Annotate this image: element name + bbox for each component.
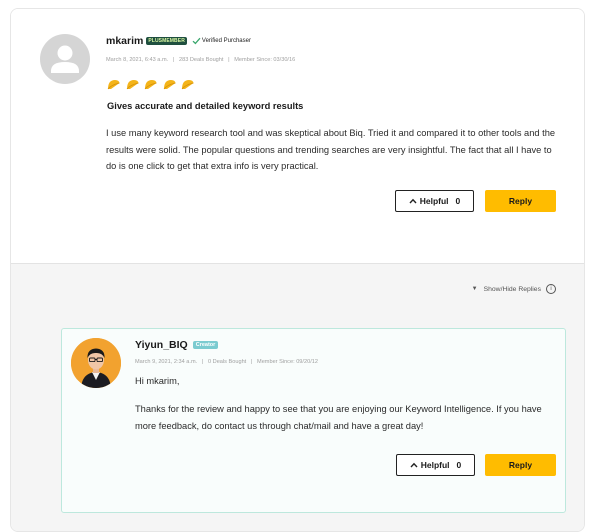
taco-star-icon <box>163 80 176 90</box>
creator-badge: Creator <box>192 341 219 349</box>
review-section: mkarim PLUSMEMBER Verified Purchaser Mar… <box>11 9 584 263</box>
plus-member-badge: PLUSMEMBER <box>146 37 187 45</box>
replier-header: Yiyun_BIQ Creator <box>135 339 219 351</box>
user-avatar-placeholder-icon <box>51 45 79 73</box>
reviewer-header: mkarim PLUSMEMBER Verified Purchaser <box>106 35 251 47</box>
reviewer-username[interactable]: mkarim <box>106 35 143 47</box>
taco-star-icon <box>107 80 120 90</box>
helpful-count: 0 <box>456 460 462 470</box>
deals-bought-count: 0 Deals Bought <box>207 359 247 365</box>
separator: | <box>201 359 204 365</box>
helpful-button[interactable]: Helpful 0 <box>396 454 475 476</box>
reply-greeting: Hi mkarim, <box>135 376 180 386</box>
avatar <box>40 34 90 84</box>
review-date: March 8, 2021, 6:43 a.m. <box>106 57 169 63</box>
replier-username[interactable]: Yiyun_BIQ <box>135 339 188 351</box>
verified-purchaser-badge: Verified Purchaser <box>192 37 251 45</box>
review-card: mkarim PLUSMEMBER Verified Purchaser Mar… <box>10 8 585 532</box>
reviewer-submeta: March 8, 2021, 6:43 a.m. | 283 Deals Bou… <box>106 57 295 63</box>
reply-button[interactable]: Reply <box>485 454 556 476</box>
separator: | <box>228 57 230 63</box>
helpful-label: Helpful <box>420 460 450 470</box>
review-title: Gives accurate and detailed keyword resu… <box>107 101 304 111</box>
taco-star-icon <box>181 80 194 90</box>
reply-button[interactable]: Reply <box>485 190 556 212</box>
verified-purchaser-label: Verified Purchaser <box>201 38 251 44</box>
replier-submeta: March 9, 2021, 2:34 a.m. | 0 Deals Bough… <box>135 359 318 365</box>
helpful-label: Helpful <box>419 196 449 206</box>
deals-bought-count: 283 Deals Bought <box>178 57 224 63</box>
replies-section: ▼ Show/Hide Replies i Yiyun_BIQ Creator … <box>11 263 584 531</box>
chevron-up-icon <box>409 198 417 204</box>
rating-stars <box>107 79 200 90</box>
info-circle-icon[interactable]: i <box>546 284 556 294</box>
chevron-up-icon <box>410 462 418 468</box>
triangle-down-icon: ▼ <box>471 286 478 292</box>
member-since: Member Since: 09/20/12 <box>257 359 318 365</box>
reply-body: Thanks for the review and happy to see t… <box>135 404 542 431</box>
taco-star-icon <box>144 80 157 90</box>
separator: | <box>172 57 175 63</box>
reply-card: Yiyun_BIQ Creator March 9, 2021, 2:34 a.… <box>61 328 566 513</box>
user-photo-icon <box>71 338 121 388</box>
helpful-count: 0 <box>455 196 461 206</box>
show-hide-replies-toggle[interactable]: ▼ Show/Hide Replies i <box>472 284 556 294</box>
show-hide-replies-label: Show/Hide Replies <box>483 285 541 293</box>
member-since: Member Since: 03/30/16 <box>234 57 296 63</box>
helpful-button[interactable]: Helpful 0 <box>395 190 474 212</box>
review-body: I use many keyword research tool and was… <box>106 128 556 171</box>
taco-star-icon <box>126 80 139 90</box>
checkmark-icon <box>192 37 201 45</box>
avatar <box>71 338 121 388</box>
separator: | <box>250 359 253 365</box>
reply-date: March 9, 2021, 2:34 a.m. <box>135 359 198 365</box>
